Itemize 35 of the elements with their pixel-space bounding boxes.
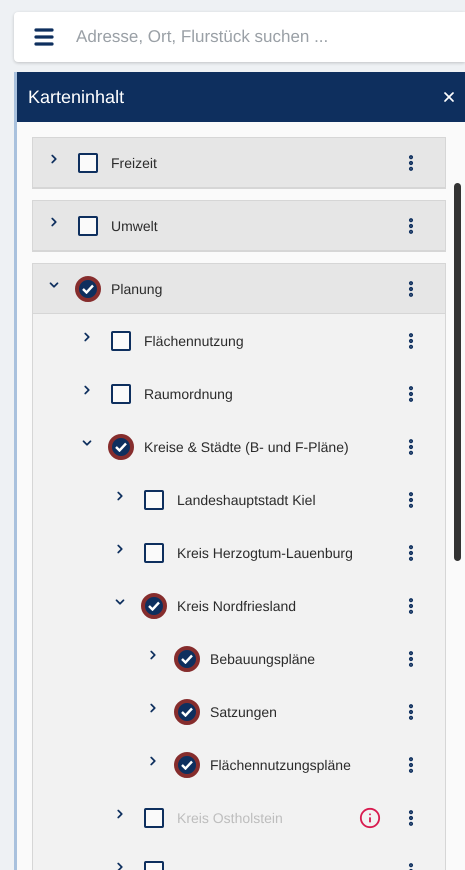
layer-label: Kreise & Städte (B- und F-Pläne)	[144, 438, 349, 454]
checkbox[interactable]	[174, 646, 200, 672]
layer-label: Landeshauptstadt Kiel	[177, 492, 316, 508]
check-icon	[148, 600, 160, 610]
search-field[interactable]: Adresse, Ort, Flurstück suchen ...	[14, 12, 465, 62]
check-icon	[181, 706, 193, 716]
layer-label: Umwelt	[111, 218, 158, 234]
panel-title: Karteninhalt	[28, 86, 124, 108]
layer-label: Freizeit	[111, 154, 157, 170]
checkbox[interactable]	[78, 216, 98, 236]
checkbox[interactable]	[144, 490, 164, 510]
check-icon	[181, 654, 193, 664]
checkbox[interactable]	[108, 434, 134, 460]
checkbox[interactable]	[141, 592, 167, 618]
layer-label: Kreis Herzogtum-Lauenburg	[177, 544, 353, 560]
checkbox[interactable]	[75, 276, 101, 302]
scrollbar[interactable]	[454, 183, 461, 561]
layer-label: Raumordnung	[144, 386, 233, 402]
layer-label: Kreis Nordfriesland	[177, 598, 296, 614]
checkbox[interactable]	[78, 152, 98, 172]
layer-label: Satzungen	[210, 704, 277, 720]
layer-label: Planung	[111, 280, 162, 296]
check-icon	[181, 760, 193, 770]
checkbox[interactable]	[111, 330, 131, 350]
layer-label: Flächennutzungspläne	[210, 756, 351, 772]
checkbox[interactable]	[111, 384, 131, 404]
check-icon	[115, 442, 127, 452]
checkbox[interactable]	[144, 542, 164, 562]
close-icon[interactable]	[441, 89, 457, 105]
checkbox[interactable]	[174, 752, 200, 778]
search-input[interactable]: Adresse, Ort, Flurstück suchen ...	[74, 26, 465, 48]
checkbox[interactable]	[174, 698, 200, 724]
layer-label: Bebauungspläne	[210, 650, 316, 666]
layer-label: Flächennutzung	[144, 332, 244, 348]
check-icon	[82, 284, 94, 294]
